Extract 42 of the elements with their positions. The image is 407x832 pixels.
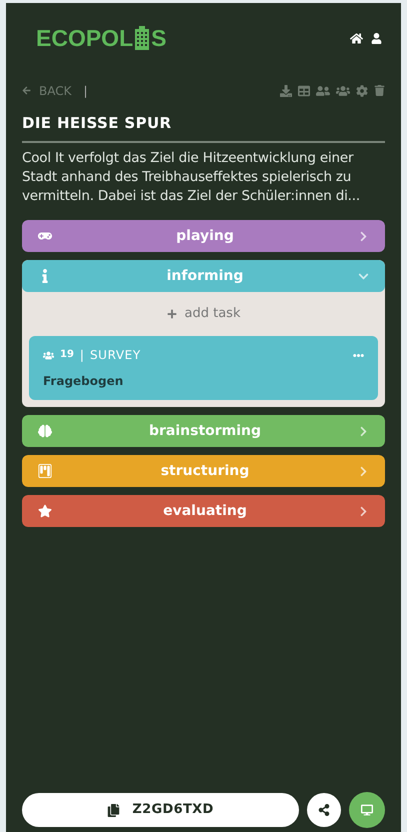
task-card[interactable]: 19 | SURVEY Fragebogen [29, 336, 378, 400]
share-button[interactable] [307, 793, 341, 827]
brain-icon [38, 424, 52, 438]
users-icon[interactable] [316, 84, 330, 98]
copy-icon [107, 804, 120, 816]
phase-header[interactable]: structuring [22, 455, 385, 487]
phase-header[interactable]: playing [22, 220, 385, 252]
add-task-button[interactable]: add task [29, 292, 378, 336]
task-name: Fragebogen [43, 373, 124, 390]
download-icon[interactable] [280, 84, 292, 96]
home-icon[interactable] [350, 32, 363, 45]
user-icon[interactable] [371, 32, 382, 44]
monitor-icon [361, 804, 373, 816]
chevron-right-icon [358, 466, 369, 476]
phase-header[interactable]: informing [22, 260, 385, 292]
task-type: SURVEY [90, 347, 141, 364]
ecopolis-logo[interactable]: ECOPOL S [36, 21, 166, 56]
chevron-right-icon [358, 506, 369, 516]
chevron-down-icon [358, 270, 369, 282]
page-title: DIE HEISSE SPUR [22, 112, 172, 134]
share-icon [318, 804, 330, 816]
chevron-right-icon [358, 230, 369, 242]
star-icon [38, 504, 52, 518]
phase-header[interactable]: evaluating [22, 495, 385, 527]
phase-header[interactable]: brainstorming [22, 415, 385, 447]
group-icon [43, 350, 54, 360]
separator: | [83, 82, 88, 100]
board-icon [38, 464, 52, 478]
chevron-right-icon [358, 426, 369, 436]
present-button[interactable] [349, 792, 385, 828]
separator: | [80, 347, 84, 364]
group-icon[interactable] [336, 84, 350, 98]
table-icon[interactable] [298, 84, 310, 96]
plus-icon [166, 309, 177, 319]
back-button[interactable]: BACK [22, 82, 72, 100]
participant-count: 19 [60, 349, 74, 361]
copy-code-button[interactable]: Z2GD6TXD [22, 793, 299, 827]
settings-icon[interactable] [356, 84, 368, 96]
description: Cool It verfolgt das Ziel die Hitzeentwicklung einer Stadt anhand des Treibhauseffektes spielerisch zu vermitteln. Dabei ist das Ziel der Schüler:innen di... [22, 149, 361, 206]
back-arrow-icon [22, 86, 31, 95]
building-icon [134, 26, 150, 50]
trash-icon[interactable] [374, 85, 385, 96]
